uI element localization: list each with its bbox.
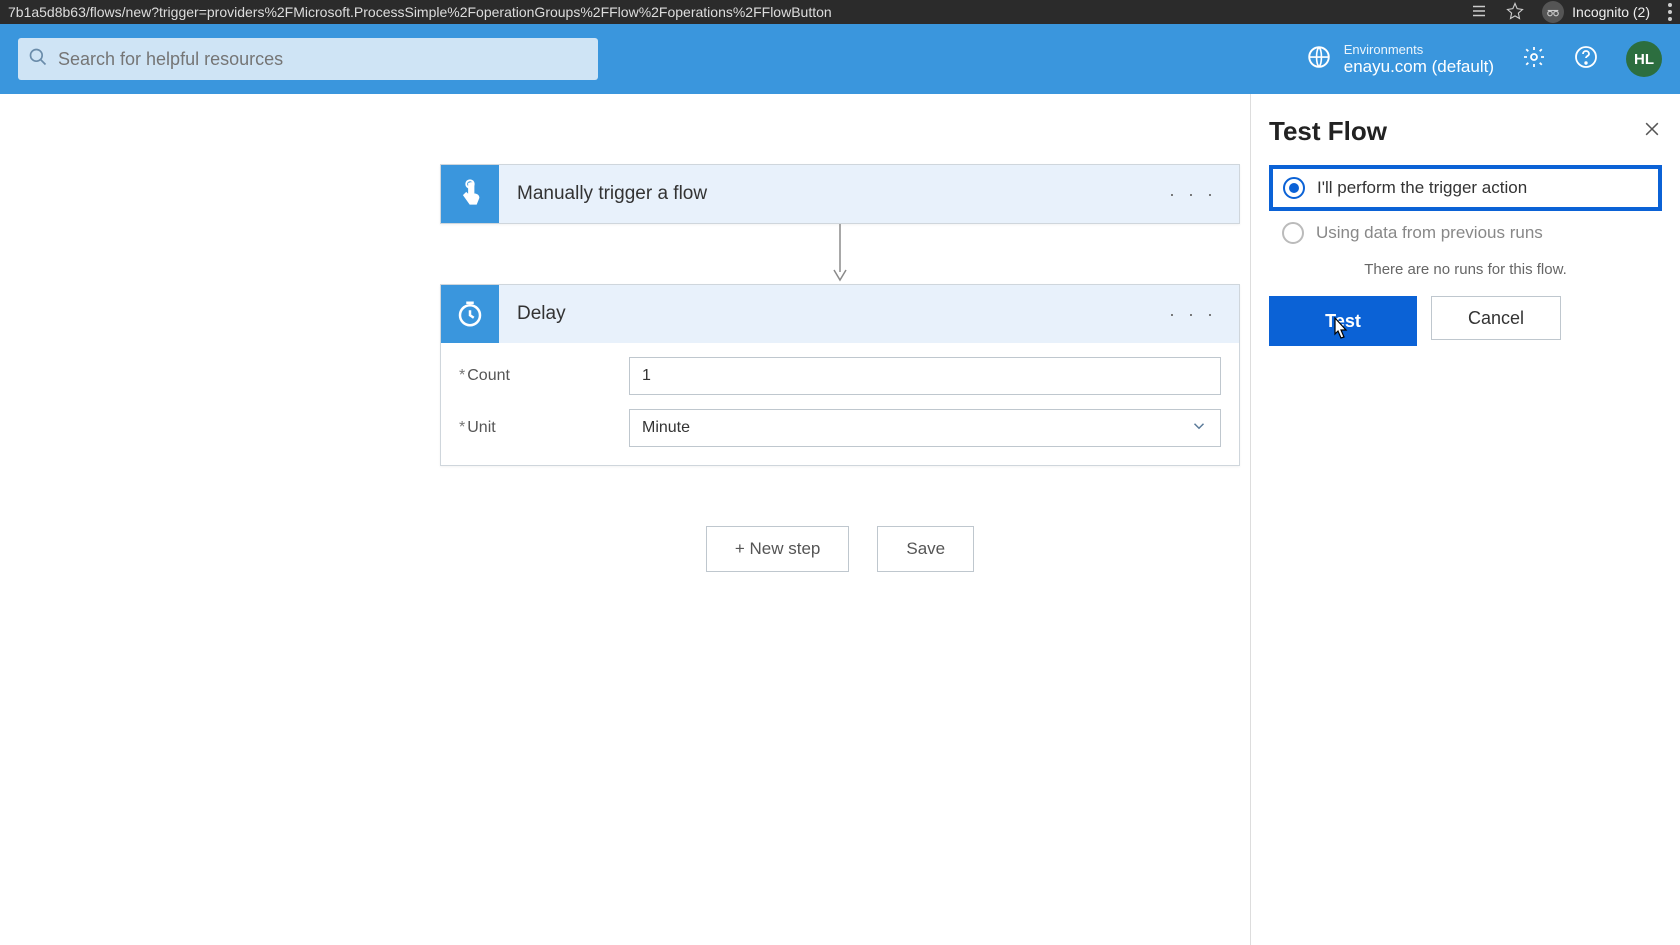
gear-icon[interactable] [1522, 45, 1546, 74]
browser-address-bar: 7b1a5d8b63/flows/new?trigger=providers%2… [0, 0, 1680, 24]
delay-card[interactable]: Delay · · · *Count *Unit Minute [440, 284, 1240, 466]
environment-value: enayu.com (default) [1344, 57, 1494, 77]
clock-icon [441, 285, 499, 343]
star-icon[interactable] [1506, 2, 1524, 23]
radio-disabled-icon [1282, 222, 1304, 244]
cancel-button[interactable]: Cancel [1431, 296, 1561, 340]
extensions-icon[interactable] [1470, 2, 1488, 23]
unit-value: Minute [642, 419, 690, 437]
app-header: Environments enayu.com (default) HL [0, 24, 1680, 94]
save-button[interactable]: Save [877, 526, 974, 572]
test-flow-panel: Test Flow I'll perform the trigger actio… [1250, 94, 1680, 945]
touch-icon [441, 165, 499, 223]
environment-picker[interactable]: Environments enayu.com (default) [1306, 42, 1494, 77]
help-icon[interactable] [1574, 45, 1598, 74]
unit-select[interactable]: Minute [629, 409, 1221, 447]
unit-label: *Unit [459, 419, 629, 437]
radio-manual-trigger[interactable]: I'll perform the trigger action [1269, 165, 1662, 211]
new-step-button[interactable]: + New step [706, 526, 850, 572]
search-box[interactable] [18, 38, 598, 80]
connector-arrow [830, 224, 850, 284]
radio-manual-label: I'll perform the trigger action [1317, 178, 1527, 198]
count-input[interactable] [629, 357, 1221, 395]
search-icon [28, 47, 48, 72]
delay-menu[interactable]: · · · [1169, 304, 1239, 325]
browser-url: 7b1a5d8b63/flows/new?trigger=providers%2… [8, 4, 1470, 20]
delay-title: Delay [499, 303, 1169, 325]
radio-selected-icon [1283, 177, 1305, 199]
incognito-label: Incognito (2) [1572, 4, 1650, 20]
no-runs-hint: There are no runs for this flow. [1269, 261, 1662, 278]
trigger-menu[interactable]: · · · [1169, 184, 1239, 205]
globe-icon [1306, 44, 1332, 75]
count-label: *Count [459, 367, 629, 385]
avatar[interactable]: HL [1626, 41, 1662, 77]
incognito-badge[interactable]: Incognito (2) [1542, 1, 1650, 23]
test-button[interactable]: Test [1273, 300, 1413, 342]
browser-menu-icon[interactable] [1668, 3, 1672, 21]
trigger-title: Manually trigger a flow [499, 183, 1169, 205]
environments-label: Environments [1344, 42, 1494, 57]
search-input[interactable] [58, 49, 588, 70]
chevron-down-icon [1190, 417, 1208, 440]
trigger-card[interactable]: Manually trigger a flow · · · [440, 164, 1240, 224]
panel-title: Test Flow [1269, 116, 1387, 147]
test-button-highlight: Test [1269, 296, 1417, 346]
close-icon[interactable] [1642, 119, 1662, 144]
radio-previous-runs: Using data from previous runs [1269, 211, 1662, 255]
browser-actions: Incognito (2) [1470, 1, 1672, 23]
radio-previous-label: Using data from previous runs [1316, 223, 1543, 243]
